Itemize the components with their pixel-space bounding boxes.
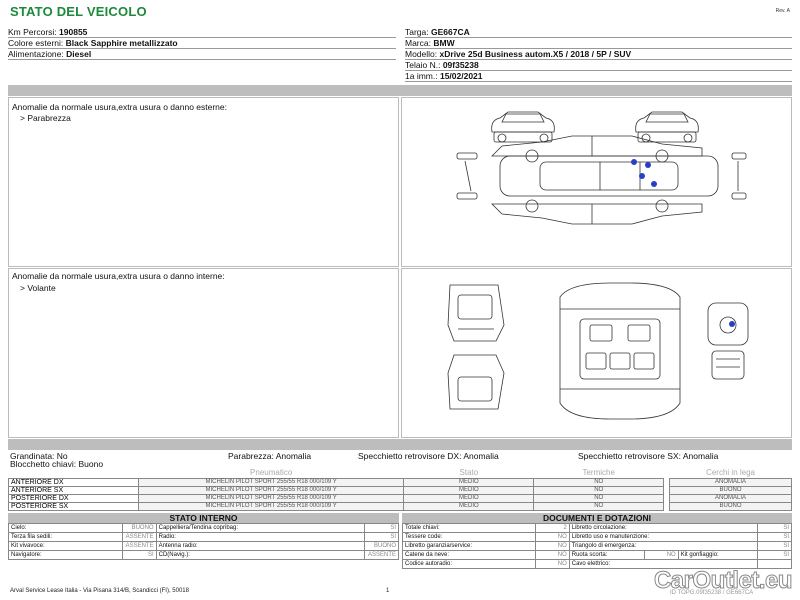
tyres-header-termiche: Termiche	[533, 468, 664, 478]
damage-markers-exterior	[631, 159, 657, 187]
info-targa: Targa: GE667CA	[405, 27, 792, 38]
info-alimentazione: Alimentazione: Diesel	[8, 49, 396, 60]
footer-page-number: 1	[386, 588, 390, 594]
documenti-title: DOCUMENTI E DOTAZIONI	[402, 513, 792, 523]
car-rear-view	[635, 111, 699, 143]
info-marca: Marca: BMW	[405, 38, 792, 49]
table-row: ANTERIORE DX MICHELIN PILOT SPORT 255/55…	[8, 477, 792, 487]
info-targa-value: GE667CA	[431, 27, 470, 37]
car-side-view-bottom	[491, 199, 703, 225]
tyre-stato: MEDIO	[403, 477, 535, 487]
tyre-cerchi: ANOMALIA	[669, 477, 792, 487]
tyre-model: MICHELIN PILOT SPORT 255/55 R18 000/109 …	[137, 485, 405, 495]
tyres-header-cerchi: Cerchi in lega	[669, 468, 792, 478]
stato-interno-section: STATO INTERNO Cielo: BUONO Cappelliera/Te…	[8, 513, 399, 560]
table-row: Navigatore: SI CD(Navig.): ASSENTE	[8, 550, 399, 560]
car-rear-small	[731, 152, 747, 200]
summary-specchietto-sx: Specchietto retrovisore SX: Anomalia	[578, 451, 719, 461]
documenti-table: Totale chiavi: 2 Libretto circolazione: SI…	[402, 523, 792, 569]
internal-damage-panel: Anomalie da normale usura,extra usura o …	[8, 268, 399, 438]
tyre-stato: MEDIO	[403, 493, 535, 503]
info-telaio: Telaio N.: 09f35238	[405, 60, 792, 71]
summary-specchietto-dx: Specchietto retrovisore DX: Anomalia	[358, 451, 499, 461]
tyres-header-pneumatico: Pneumatico	[138, 468, 404, 478]
tyre-model: MICHELIN PILOT SPORT 255/55 R18 000/109 …	[137, 477, 405, 487]
info-km: Km Percorsi: 190855	[8, 27, 396, 38]
tyre-stato: MEDIO	[403, 501, 535, 511]
interior-dashboard-view	[707, 302, 749, 380]
tyre-model: MICHELIN PILOT SPORT 255/55 R18 000/109 …	[137, 493, 405, 503]
stato-interno-title: STATO INTERNO	[8, 513, 399, 523]
revision-label: Rev. A	[775, 8, 790, 14]
table-row: Terza fila sedili: ASSENTE Radio: SI	[8, 532, 399, 542]
tyres-table: Pneumatico Stato Termiche Cerchi in lega…	[8, 468, 792, 511]
external-diagram-panel	[401, 97, 792, 267]
car-side-view-top	[491, 135, 703, 163]
interior-front-view	[447, 284, 505, 342]
stato-interno-table: Cielo: BUONO Cappelliera/Tendina copribag…	[8, 523, 399, 560]
table-row: Catene da neve: NO Ruota scorta: NO Kit go…	[402, 550, 792, 560]
internal-damage-title: Anomalie da normale usura,extra usura o …	[12, 271, 225, 281]
info-marca-value: BMW	[433, 38, 455, 48]
exterior-car-diagram	[456, 111, 747, 225]
tyre-termiche: NO	[533, 501, 665, 511]
section-band-2	[8, 439, 792, 450]
table-row: ANTERIORE SX MICHELIN PILOT SPORT 255/55…	[8, 485, 792, 495]
tyre-stato: MEDIO	[403, 485, 535, 495]
external-damage-item: > Parabrezza	[20, 113, 71, 123]
info-alimentazione-value: Diesel	[66, 49, 92, 59]
tyre-position: POSTERIORE DX	[8, 493, 139, 503]
interior-rear-view	[447, 354, 505, 410]
interior-car-diagram	[447, 282, 749, 420]
info-modello-value: xDrive 25d Business autom.X5 / 2018 / 5P…	[439, 49, 632, 59]
table-row: Libretto garanzia/service: NO Triangolo d…	[402, 541, 792, 551]
tyres-header-row: Pneumatico Stato Termiche Cerchi in lega	[8, 468, 792, 478]
tyre-cerchi: BUONO	[669, 501, 792, 511]
table-row: POSTERIORE SX MICHELIN PILOT SPORT 255/5…	[8, 501, 792, 511]
info-modello: Modello: xDrive 25d Business autom.X5 / …	[405, 49, 792, 60]
info-immatricolazione-value: 15/02/2021	[439, 71, 483, 81]
tyre-cerchi: BUONO	[669, 485, 792, 495]
internal-damage-item: > Volante	[20, 283, 56, 293]
table-row: Cielo: BUONO Cappelliera/Tendina copribag…	[8, 523, 399, 533]
tyre-termiche: NO	[533, 493, 665, 503]
documenti-section: DOCUMENTI E DOTAZIONI Totale chiavi: 2 Li…	[402, 513, 792, 569]
damage-markers-interior	[729, 321, 735, 327]
internal-diagram-panel	[401, 268, 792, 438]
summary-parabrezza: Parabrezza: Anomalia	[228, 451, 312, 461]
section-band	[8, 85, 792, 96]
watermark-logo: CarOutlet.eu	[653, 567, 793, 595]
info-km-value: 190855	[59, 27, 88, 37]
external-damage-panel: Anomalie da normale usura,extra usura o …	[8, 97, 399, 267]
car-front-small	[456, 152, 478, 200]
info-colore: Colore esterni: Black Sapphire metallizz…	[8, 38, 396, 49]
tyre-position: ANTERIORE DX	[8, 477, 139, 487]
external-damage-title: Anomalie da normale usura,extra usura o …	[12, 102, 227, 112]
table-row: Kit vivavoce: ASSENTE Antenna radio: BUONO	[8, 541, 399, 551]
tyres-header-stato: Stato	[403, 468, 534, 478]
tyre-cerchi: ANOMALIA	[669, 493, 792, 503]
page-title: STATO DEL VEICOLO	[10, 4, 147, 19]
tyre-position: POSTERIORE SX	[8, 501, 139, 511]
table-row: POSTERIORE DX MICHELIN PILOT SPORT 255/5…	[8, 493, 792, 503]
info-immatricolazione: 1a imm.: 15/02/2021	[405, 71, 792, 82]
car-front-view	[491, 111, 555, 143]
interior-top-view	[559, 282, 681, 420]
info-colore-value: Black Sapphire metallizzato	[65, 38, 178, 48]
table-row: Tessere code: NO Libretto uso e manutenzi…	[402, 532, 792, 542]
table-row: Totale chiavi: 2 Libretto circolazione: SI	[402, 523, 792, 533]
tyre-model: MICHELIN PILOT SPORT 255/55 R18 000/109 …	[137, 501, 405, 511]
info-telaio-value: 09f35238	[442, 60, 479, 70]
tyre-termiche: NO	[533, 477, 665, 487]
footer-company: Arval Service Lease Italia - Via Pisana …	[10, 588, 189, 594]
tyre-termiche: NO	[533, 485, 665, 495]
tyre-position: ANTERIORE SX	[8, 485, 139, 495]
